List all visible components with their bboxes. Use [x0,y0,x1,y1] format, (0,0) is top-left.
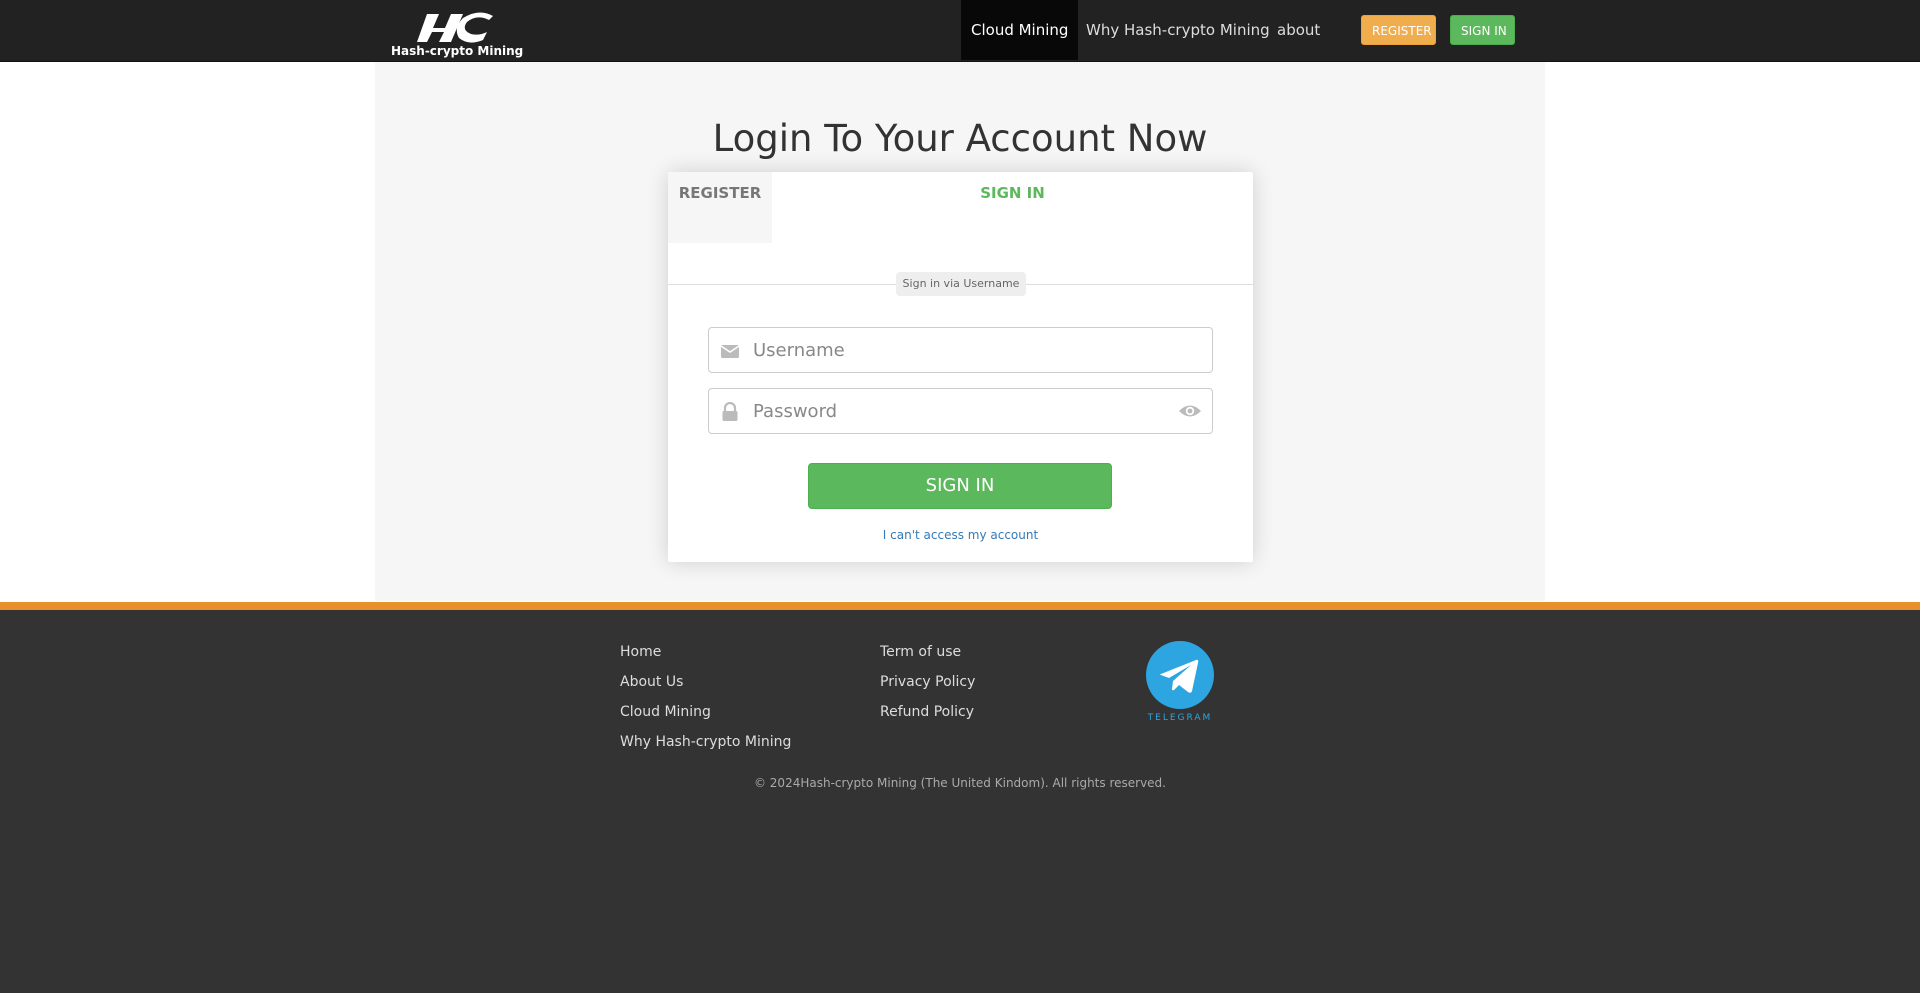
cant-access-account-link[interactable]: I can't access my account [668,528,1253,542]
footer-link-why-hash-crypto-mining[interactable]: Why Hash-crypto Mining [620,734,791,750]
tab-register[interactable]: REGISTER [668,172,772,243]
password-field[interactable] [708,388,1213,434]
signin-button[interactable]: SIGN IN [1450,15,1515,45]
footer: Home About Us Cloud Mining Why Hash-cryp… [0,610,1920,993]
login-card: REGISTER SIGN IN Sign in via Username SI [668,172,1253,562]
brand-logo[interactable]: Hash-crypto Mining [391,8,523,60]
username-input[interactable] [753,328,1153,372]
tab-signin[interactable]: SIGN IN [772,172,1253,243]
main-content: Login To Your Account Now REGISTER SIGN … [375,62,1545,601]
page-title: Login To Your Account Now [712,117,1208,160]
telegram-icon[interactable] [1145,640,1215,710]
nav-why-hash-crypto-mining[interactable]: Why Hash-crypto Mining [1076,0,1280,60]
footer-link-home[interactable]: Home [620,644,661,660]
top-navbar: Hash-crypto Mining Cloud Mining Why Hash… [0,0,1920,62]
footer-link-privacy-policy[interactable]: Privacy Policy [880,674,975,690]
signin-method-label: Sign in via Username [896,272,1026,296]
footer-link-term-of-use[interactable]: Term of use [880,644,961,660]
logo-text: Hash-crypto Mining [391,44,524,58]
nav-cloud-mining[interactable]: Cloud Mining [961,0,1079,60]
footer-link-cloud-mining[interactable]: Cloud Mining [620,704,711,720]
password-input[interactable] [753,389,1153,433]
username-field[interactable] [708,327,1213,373]
envelope-icon [720,345,740,358]
lock-icon [722,402,738,421]
telegram-label: TELEGRAM [1147,713,1213,723]
nav-about[interactable]: about [1267,0,1330,60]
eye-icon[interactable] [1178,401,1202,421]
footer-link-about-us[interactable]: About Us [620,674,683,690]
footer-stripe [0,602,1920,610]
submit-signin-button[interactable]: SIGN IN [808,463,1112,509]
footer-link-refund-policy[interactable]: Refund Policy [880,704,974,720]
logo-mark-icon [417,12,493,43]
register-button[interactable]: REGISTER [1361,15,1436,45]
copyright-text: © 2024Hash-crypto Mining (The United Kin… [753,776,1166,790]
